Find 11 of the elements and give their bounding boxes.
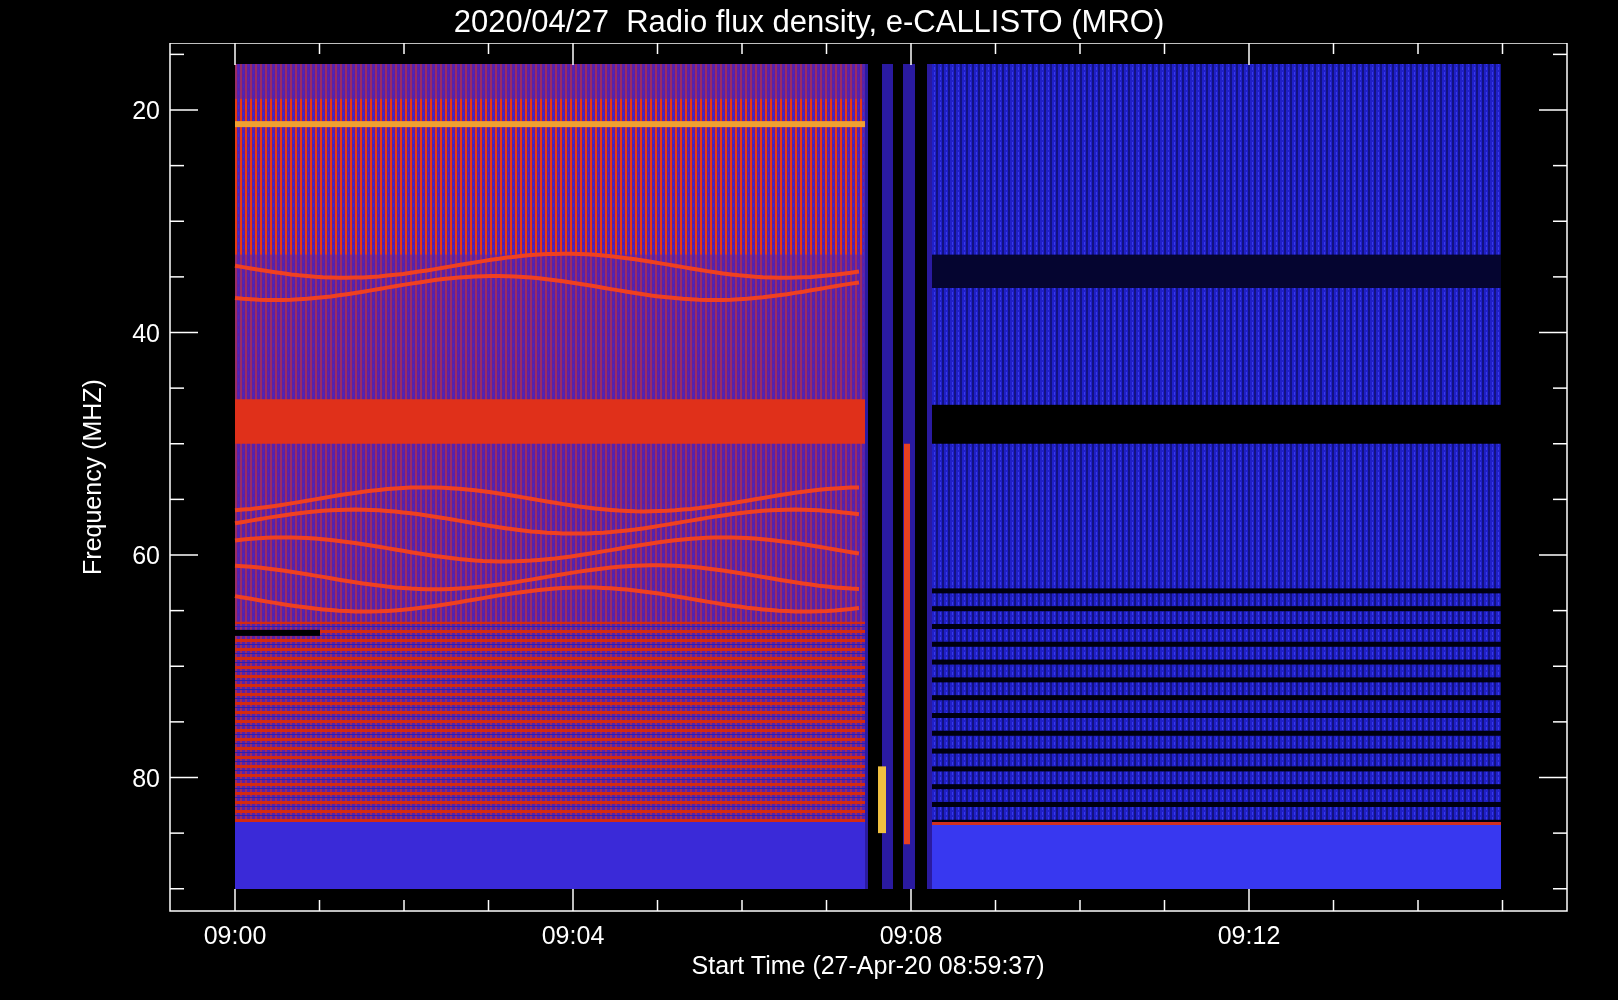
x-tick-label: 09:00 xyxy=(203,921,267,949)
y-axis-label: Frequency (MHZ) xyxy=(78,379,106,575)
x-axis-label: Start Time (27-Apr-20 08:59:37) xyxy=(691,951,1045,979)
chart-title: 2020/04/27 Radio flux density, e-CALLISTO (MRO) xyxy=(453,6,1165,37)
x-tick-label: 09:08 xyxy=(879,921,943,949)
y-tick-label: 40 xyxy=(132,318,160,347)
x-tick-label: 09:12 xyxy=(1217,921,1281,949)
y-tick-label: 80 xyxy=(132,763,160,792)
x-tick-label: 09:04 xyxy=(541,921,605,949)
y-tick-label: 20 xyxy=(132,96,160,124)
y-tick-label: 60 xyxy=(132,541,160,569)
